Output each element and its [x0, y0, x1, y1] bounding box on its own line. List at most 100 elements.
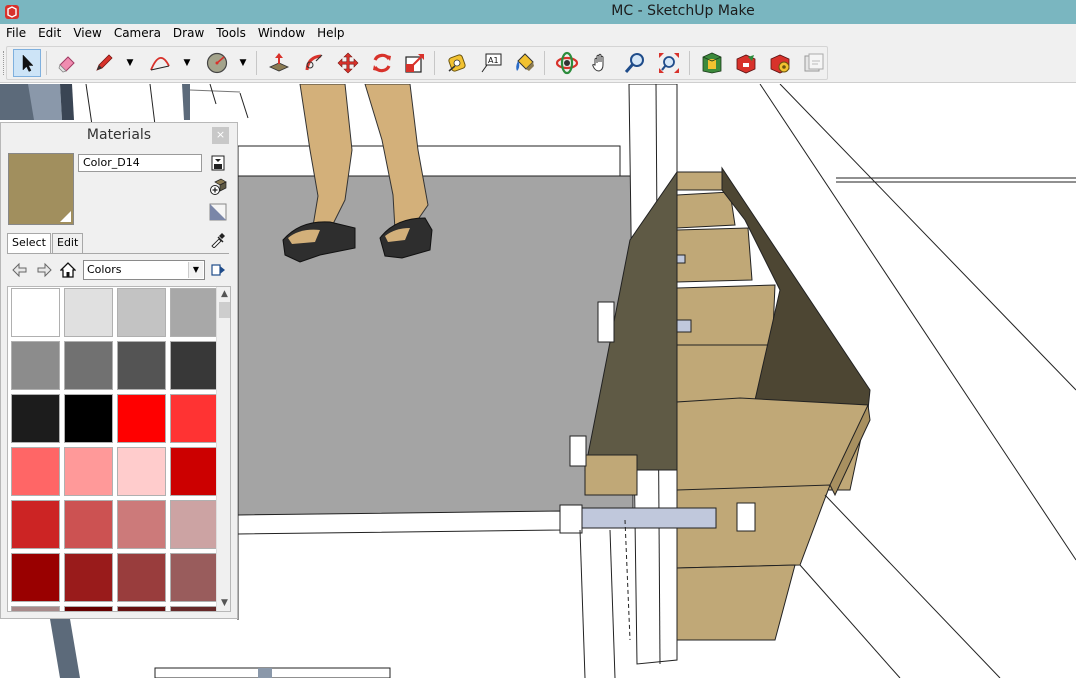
color-swatch[interactable]: [117, 341, 166, 390]
color-swatch[interactable]: [64, 500, 113, 549]
color-swatch[interactable]: [11, 341, 60, 390]
color-swatch[interactable]: [64, 606, 113, 611]
forward-arrow-icon[interactable]: [35, 261, 53, 279]
pencil-tool-button[interactable]: [90, 49, 118, 77]
menu-window[interactable]: Window: [252, 24, 311, 43]
magnifier-icon: [624, 53, 644, 73]
swatch-scrollbar[interactable]: ▲ ▼: [216, 287, 230, 611]
default-material-button[interactable]: [209, 203, 227, 221]
close-button[interactable]: ×: [212, 127, 229, 144]
scroll-up-icon[interactable]: ▲: [217, 287, 230, 301]
get-models-button[interactable]: [698, 49, 726, 77]
chevron-down-icon[interactable]: ▼: [182, 57, 192, 69]
color-swatch[interactable]: [117, 394, 166, 443]
color-swatch[interactable]: [170, 553, 219, 602]
send-to-layout-button[interactable]: [800, 49, 828, 77]
material-name-field[interactable]: Color_D14: [78, 154, 202, 172]
rotate-icon: [373, 53, 391, 73]
color-swatch[interactable]: [117, 447, 166, 496]
color-swatch[interactable]: [117, 288, 166, 337]
tape-measure-tool-button[interactable]: [443, 49, 471, 77]
preview-corner-icon: [60, 211, 71, 222]
circle-icon: [206, 52, 228, 74]
chevron-down-icon[interactable]: ▼: [125, 57, 135, 69]
scale-tool-button[interactable]: [401, 49, 429, 77]
back-arrow-icon[interactable]: [11, 261, 29, 279]
menu-edit[interactable]: Edit: [32, 24, 67, 43]
arc-icon: [150, 57, 170, 71]
color-swatch[interactable]: [170, 341, 219, 390]
eraser-icon: [58, 56, 75, 73]
layout-icon: [804, 53, 824, 72]
color-swatch[interactable]: [64, 288, 113, 337]
color-swatch[interactable]: [64, 341, 113, 390]
color-swatch[interactable]: [170, 500, 219, 549]
color-swatch[interactable]: [170, 606, 219, 611]
details-icon[interactable]: [209, 261, 227, 279]
share-model-button[interactable]: [732, 49, 760, 77]
color-swatch[interactable]: [64, 394, 113, 443]
library-select[interactable]: Colors ▼: [83, 260, 205, 280]
color-swatch[interactable]: [170, 288, 219, 337]
zoom-tool-button[interactable]: [621, 49, 649, 77]
home-icon[interactable]: [59, 261, 77, 279]
menu-tools[interactable]: Tools: [210, 24, 252, 43]
tab-divider: [7, 253, 229, 254]
create-material-button[interactable]: [209, 178, 227, 196]
tab-select[interactable]: Select: [7, 233, 51, 254]
rotate-tool-button[interactable]: [368, 49, 396, 77]
eraser-tool-button[interactable]: [53, 49, 81, 77]
toolbar-separator: [256, 51, 257, 75]
secondary-pane-icon: [211, 155, 225, 171]
menu-help[interactable]: Help: [311, 24, 350, 43]
follow-me-tool-button[interactable]: [300, 49, 328, 77]
toolbar-grip[interactable]: [3, 51, 6, 75]
color-swatch[interactable]: [64, 447, 113, 496]
color-swatch[interactable]: [11, 606, 60, 611]
select-tool-button[interactable]: [13, 49, 41, 77]
paint-bucket-tool-button[interactable]: [511, 49, 539, 77]
extension-warehouse-button[interactable]: [766, 49, 794, 77]
menu-camera[interactable]: Camera: [108, 24, 167, 43]
chevron-down-icon[interactable]: ▼: [238, 57, 248, 69]
zoom-extents-icon: [659, 53, 679, 73]
color-swatch[interactable]: [64, 553, 113, 602]
tab-edit[interactable]: Edit: [52, 233, 84, 253]
extension-warehouse-icon: [770, 54, 790, 74]
text-tool-button[interactable]: A1: [477, 49, 505, 77]
color-swatch[interactable]: [11, 553, 60, 602]
sample-paint-button[interactable]: [209, 231, 227, 249]
display-secondary-selection-button[interactable]: [209, 154, 227, 172]
material-preview[interactable]: [8, 153, 74, 225]
materials-header[interactable]: Materials ×: [1, 123, 237, 149]
color-swatch[interactable]: [11, 288, 60, 337]
pan-tool-button[interactable]: [587, 49, 615, 77]
toolbar-separator: [544, 51, 545, 75]
circle-tool-button[interactable]: [203, 49, 231, 77]
scroll-thumb[interactable]: [219, 302, 230, 318]
color-swatch[interactable]: [170, 447, 219, 496]
chevron-down-icon[interactable]: ▼: [188, 262, 203, 278]
arc-tool-button[interactable]: [146, 49, 174, 77]
title-bar: MC - SketchUp Make: [0, 0, 1076, 24]
color-swatch[interactable]: [170, 394, 219, 443]
menu-draw[interactable]: Draw: [167, 24, 210, 43]
warehouse-icon: [702, 52, 722, 74]
materials-panel: Materials × Color_D14 Select Edit Colors…: [0, 122, 238, 619]
color-swatch[interactable]: [11, 447, 60, 496]
color-swatch[interactable]: [117, 606, 166, 611]
color-swatch[interactable]: [117, 553, 166, 602]
zoom-extents-tool-button[interactable]: [655, 49, 683, 77]
orbit-tool-button[interactable]: [553, 49, 581, 77]
menu-view[interactable]: View: [67, 24, 107, 43]
push-pull-tool-button[interactable]: [265, 49, 293, 77]
color-swatch[interactable]: [11, 394, 60, 443]
move-tool-button[interactable]: [334, 49, 362, 77]
color-swatch[interactable]: [117, 500, 166, 549]
menu-file[interactable]: File: [0, 24, 32, 43]
tape-measure-icon: [448, 54, 466, 72]
create-material-icon: [210, 178, 227, 195]
share-model-icon: [736, 54, 756, 74]
scroll-down-icon[interactable]: ▼: [217, 596, 230, 610]
color-swatch[interactable]: [11, 500, 60, 549]
